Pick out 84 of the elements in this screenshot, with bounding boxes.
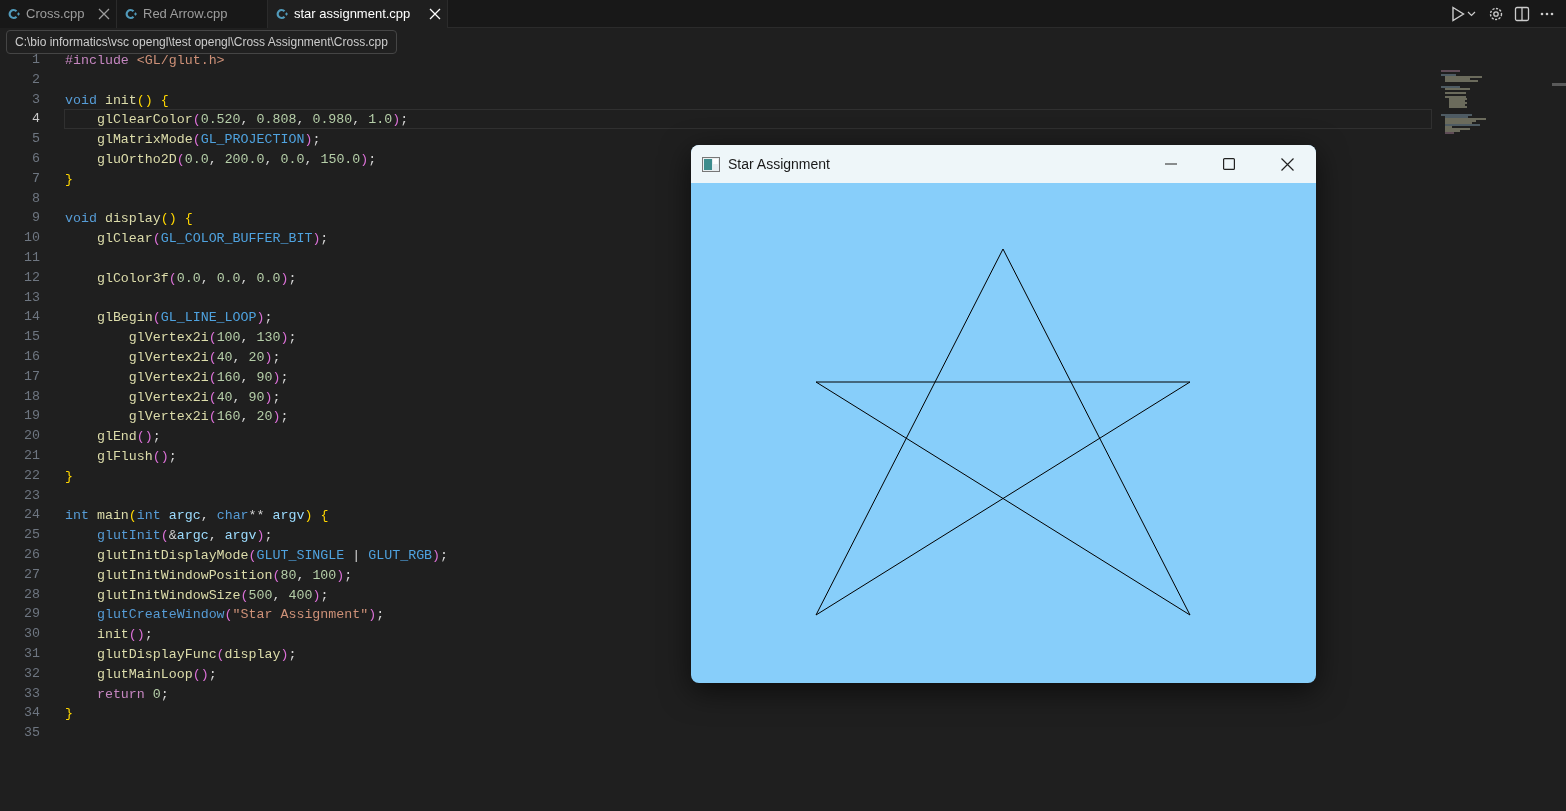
line-number: 27 [24, 566, 40, 582]
cpp-file-icon [125, 8, 137, 20]
line-number: 1 [32, 52, 40, 67]
code-line: glClearColor(0.520, 0.808, 0.980, 1.0); [95, 112, 409, 128]
line-number: 7 [32, 170, 40, 186]
code-line: init(); [95, 627, 153, 643]
play-icon [1451, 5, 1465, 22]
line-number: 13 [24, 289, 40, 305]
run-button[interactable] [1449, 3, 1478, 24]
line-number: 34 [24, 705, 40, 721]
line-number: 9 [32, 210, 40, 226]
code-line: glutDisplayFunc(display); [95, 646, 297, 662]
line-number: 30 [24, 626, 40, 642]
line-number: 23 [24, 487, 40, 503]
cpp-file-icon [276, 8, 288, 20]
line-number: 21 [24, 447, 40, 463]
line-number: 33 [24, 685, 40, 701]
caret-icon [1467, 10, 1476, 17]
scrollbar-thumb[interactable] [1552, 83, 1566, 86]
code-line: glutCreateWindow("Star Assignment"); [95, 607, 385, 623]
line-number: 31 [24, 645, 40, 661]
line-number: 6 [32, 151, 40, 166]
line-number: 15 [24, 329, 40, 345]
line-number: 19 [24, 408, 40, 424]
code-line: return 0; [95, 686, 169, 702]
editor-tab[interactable]: star assignment.cpp [268, 0, 448, 28]
code-line: glutInitDisplayMode(GLUT_SINGLE | GLUT_RGB); [95, 547, 449, 563]
line-number: 32 [24, 665, 40, 681]
line-number: 10 [24, 230, 40, 246]
line-number: 24 [24, 507, 40, 523]
code-line: glVertex2i(100, 130); [127, 330, 297, 346]
more-icon[interactable] [1540, 11, 1554, 16]
code-line: #include <GL/glut.h> [65, 53, 225, 68]
minimize-icon [1165, 163, 1177, 165]
editor-tab[interactable]: Red Arrow.cpp [117, 0, 268, 28]
line-number: 22 [24, 467, 40, 483]
code-line: glColor3f(0.0, 0.0, 0.0); [95, 270, 297, 286]
code-line: void display() { [65, 211, 193, 227]
code-line: glVertex2i(40, 20); [127, 349, 281, 365]
cpp-file-icon [8, 8, 20, 20]
code-line: glFlush(); [95, 448, 177, 464]
settings-icon[interactable] [1488, 5, 1504, 22]
line-number: 8 [32, 190, 40, 206]
code-line: glutMainLoop(); [95, 666, 217, 682]
code-line: glMatrixMode(GL_PROJECTION); [95, 132, 321, 148]
line-number: 2 [32, 71, 40, 87]
line-number: 29 [24, 606, 40, 622]
code-line: } [65, 706, 73, 722]
line-number: 20 [24, 428, 40, 444]
line-number: 11 [24, 249, 40, 265]
line-number: 17 [24, 368, 40, 384]
app-icon [702, 156, 720, 172]
line-number: 35 [24, 725, 40, 741]
close-icon [1280, 157, 1294, 171]
code-line: glVertex2i(40, 90); [127, 389, 281, 405]
code-line: glutInitWindowPosition(80, 100); [95, 567, 353, 583]
code-line: glutInitWindowSize(500, 400); [95, 587, 329, 603]
line-number: 12 [24, 269, 40, 285]
close-icon[interactable] [98, 8, 110, 20]
line-number: 14 [24, 309, 40, 325]
code-line: glVertex2i(160, 20); [127, 409, 289, 425]
code-line: } [65, 468, 73, 484]
line-number: 28 [24, 586, 40, 602]
line-number: 16 [24, 348, 40, 364]
line-number: 4 [32, 111, 40, 127]
line-number: 18 [24, 388, 40, 404]
code-line: glVertex2i(160, 90); [127, 369, 289, 385]
code-line: glutInit(&argc, argv); [95, 528, 273, 544]
line-number: 5 [32, 131, 40, 147]
window-title: Star Assignment [728, 154, 830, 174]
maximize-icon [1223, 158, 1235, 170]
code-line: gluOrtho2D(0.0, 200.0, 0.0, 150.0); [95, 152, 377, 167]
code-line: glEnd(); [95, 429, 161, 445]
code-line: glClear(GL_COLOR_BUFFER_BIT); [95, 231, 329, 247]
split-editor-icon[interactable] [1514, 5, 1530, 22]
code-line: } [65, 171, 73, 187]
code-line: int main(int argc, char** argv) { [65, 508, 329, 524]
line-number: 3 [32, 91, 40, 107]
line-number: 25 [24, 527, 40, 543]
line-number: 26 [24, 546, 40, 562]
editor-tab[interactable]: Cross.cpp [0, 0, 117, 28]
code-line: void init() { [65, 92, 169, 108]
code-line: glBegin(GL_LINE_LOOP); [95, 310, 273, 326]
file-path-tooltip: C:\bio informatics\vsc opengl\test opengl\Cross Assignment\Cross.cpp [6, 30, 397, 54]
